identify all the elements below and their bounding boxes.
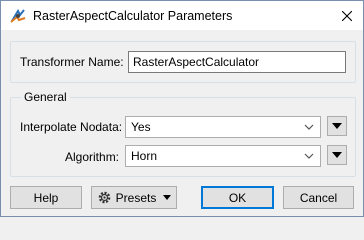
interpolate-nodata-select[interactable]: Yes <box>125 116 321 138</box>
algorithm-value: Horn <box>131 149 158 163</box>
presets-button[interactable]: Presets <box>91 186 177 209</box>
presets-label: Presets <box>115 190 157 205</box>
interpolate-nodata-label: Interpolate Nodata: <box>20 120 123 134</box>
algorithm-menu-button[interactable] <box>327 145 347 165</box>
interpolate-nodata-value: Yes <box>131 120 151 134</box>
general-legend: General <box>21 90 70 104</box>
dialog-window: RasterAspectCalculator Parameters Transf… <box>0 0 364 217</box>
algorithm-select[interactable]: Horn <box>125 145 321 167</box>
triangle-down-icon <box>332 123 342 129</box>
window-title: RasterAspectCalculator Parameters <box>33 9 233 23</box>
close-icon <box>342 11 352 21</box>
fme-transformer-icon <box>10 8 26 23</box>
close-button[interactable] <box>337 6 357 26</box>
transformer-name-group: Transformer Name: RasterAspectCalculator <box>10 41 356 83</box>
ok-button[interactable]: OK <box>201 186 274 209</box>
title-bar: RasterAspectCalculator Parameters <box>1 1 363 30</box>
transformer-name-field[interactable]: RasterAspectCalculator <box>128 51 346 73</box>
interpolate-nodata-menu-button[interactable] <box>327 116 347 136</box>
general-group: General Interpolate Nodata: Yes Algorith… <box>10 90 356 177</box>
gear-icon <box>98 191 110 204</box>
transformer-name-label: Transformer Name: <box>20 55 124 69</box>
triangle-down-icon <box>332 152 342 158</box>
chevron-down-icon <box>304 153 314 159</box>
help-button[interactable]: Help <box>10 186 82 209</box>
chevron-down-icon <box>304 124 314 130</box>
cancel-button[interactable]: Cancel <box>283 186 354 209</box>
algorithm-label: Algorithm: <box>65 150 120 164</box>
triangle-down-icon <box>163 195 172 200</box>
